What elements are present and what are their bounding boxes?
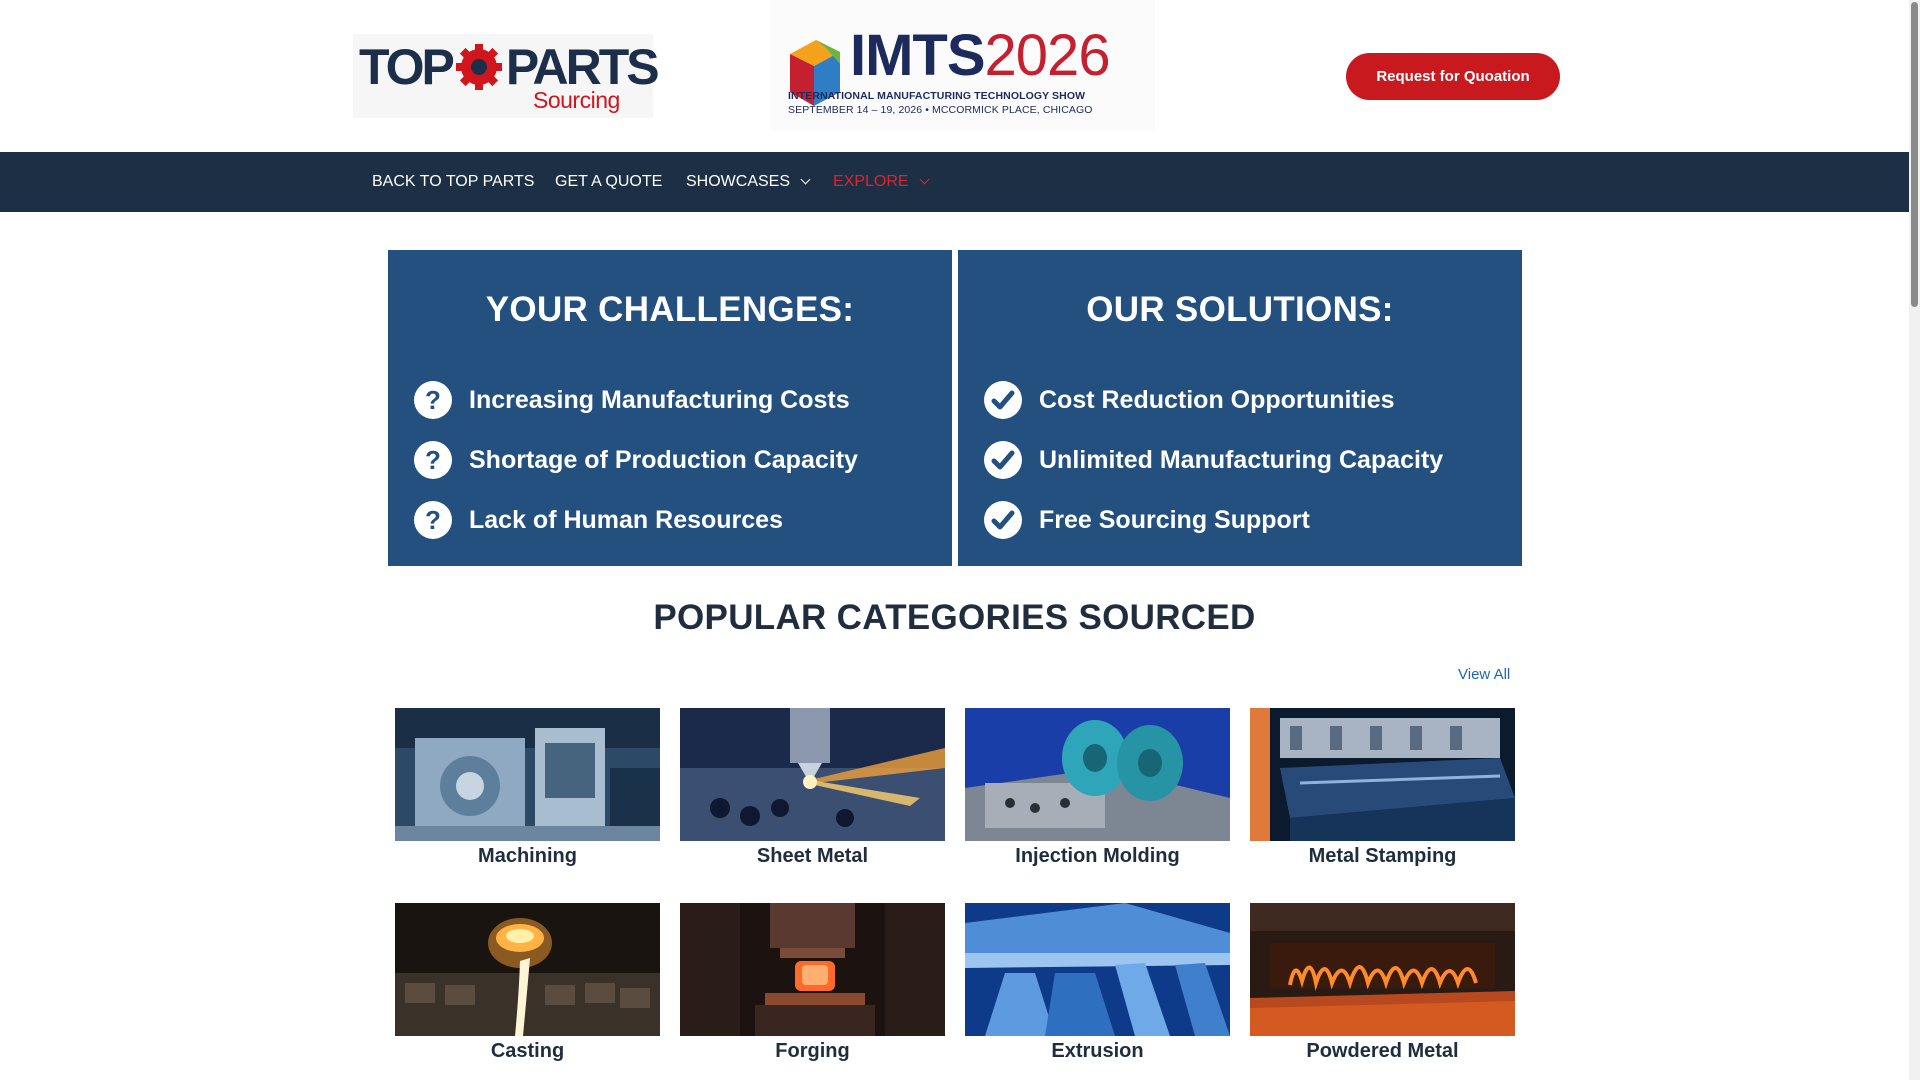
nav-item-label: GET A QUOTE [555,173,663,190]
injection-molding-image [965,708,1230,841]
category-card-forging[interactable]: Forging [680,903,945,1063]
solutions-panel: OUR SOLUTIONS: Cost Reduction Opportunit… [958,250,1522,566]
imts-subtitle: INTERNATIONAL MANUFACTURING TECHNOLOGY S… [788,90,1086,102]
category-card-injection-molding[interactable]: Injection Molding [965,708,1230,868]
nav-get-a-quote[interactable]: GET A QUOTE [555,152,662,212]
nav-item-label: EXPLORE [833,173,909,190]
challenges-title: YOUR CHALLENGES: [485,290,855,329]
imts-title: IMTS2026 [850,23,1111,88]
challenge-item: ? Lack of Human Resources [414,500,783,540]
challenge-text: Increasing Manufacturing Costs [469,385,850,414]
category-label: Powdered Metal [1306,1040,1459,1062]
category-card-machining[interactable]: Machining [395,708,660,868]
chevron-down-icon [800,174,811,185]
metal-stamping-image [1250,708,1515,841]
nav-back-to-top-parts[interactable]: BACK TO TOP PARTS [372,152,534,212]
challenge-text: Shortage of Production Capacity [469,445,858,474]
popular-categories-title: POPULAR CATEGORIES SOURCED [653,598,1256,637]
category-card-powdered-metal[interactable]: Powdered Metal [1250,903,1515,1063]
casting-image [395,903,660,1036]
forging-image [680,903,945,1036]
nav-explore[interactable]: EXPLORE [833,152,930,212]
view-all-link[interactable]: View All [1458,666,1510,683]
logo-sourcing-text: Sourcing [533,87,620,113]
challenges-panel: YOUR CHALLENGES: ? Increasing Manufactur… [388,250,952,566]
category-card-extrusion[interactable]: Extrusion [965,903,1230,1063]
check-icon [984,441,1022,479]
extrusion-image [965,903,1230,1036]
svg-text:?: ? [425,385,441,415]
question-icon: ? [414,441,452,479]
check-icon [984,501,1022,539]
chevron-down-icon [919,174,930,185]
logo-wordmark: TOP PARTS [359,39,660,95]
solution-text: Unlimited Manufacturing Capacity [1039,445,1444,474]
challenge-item: ? Increasing Manufacturing Costs [414,380,850,420]
solution-item: Unlimited Manufacturing Capacity [984,440,1443,480]
imts-title-year: 2026 [984,23,1111,88]
check-icon [984,381,1022,419]
category-label: Metal Stamping [1308,845,1457,867]
challenge-item: ? Shortage of Production Capacity [414,440,858,480]
site-header: TOP PARTS Sourcing IMTS2026 INTERNATIONA… [0,0,1909,152]
category-card-sheet-metal[interactable]: Sheet Metal [680,708,945,868]
challenge-text: Lack of Human Resources [469,505,783,534]
svg-text:?: ? [425,505,441,535]
question-icon: ? [414,381,452,419]
question-icon: ? [414,501,452,539]
imts-dates-location: SEPTEMBER 14 – 19, 2026 • MCCORMICK PLAC… [788,104,1093,116]
sheet-metal-image [680,708,945,841]
request-for-quotation-button[interactable]: Request for Quoation [1346,53,1560,100]
nav-item-label: SHOWCASES [686,173,791,190]
category-label: Extrusion [1051,1040,1144,1062]
main-nav: BACK TO TOP PARTS GET A QUOTE SHOWCASES … [0,152,1909,212]
solutions-title: OUR SOLUTIONS: [1086,290,1394,329]
logo-word-top: TOP [359,39,455,95]
imts-title-main: IMTS [850,23,986,88]
machining-image [395,708,660,841]
category-label: Sheet Metal [756,845,869,867]
top-parts-sourcing-logo[interactable]: TOP PARTS Sourcing [353,34,660,118]
solution-item: Cost Reduction Opportunities [984,380,1395,420]
category-card-metal-stamping[interactable]: Metal Stamping [1250,708,1515,868]
gear-logo-icon [455,44,502,90]
category-label: Casting [490,1040,565,1062]
category-label: Forging [775,1040,850,1062]
scrollbar-thumb[interactable] [1911,2,1918,307]
page-scrollbar[interactable] [1909,0,1920,1080]
powdered-metal-image [1250,903,1515,1036]
nav-item-label: BACK TO TOP PARTS [372,173,535,190]
solution-item: Free Sourcing Support [984,500,1310,540]
nav-showcases[interactable]: SHOWCASES [686,152,811,212]
solution-text: Cost Reduction Opportunities [1039,385,1395,414]
solution-text: Free Sourcing Support [1039,505,1310,534]
svg-text:?: ? [425,445,441,475]
category-label: Machining [478,845,577,867]
imts-2026-banner[interactable]: IMTS2026 INTERNATIONAL MANUFACTURING TEC… [770,0,1155,130]
category-label: Injection Molding [1015,845,1180,867]
category-card-casting[interactable]: Casting [395,903,660,1063]
